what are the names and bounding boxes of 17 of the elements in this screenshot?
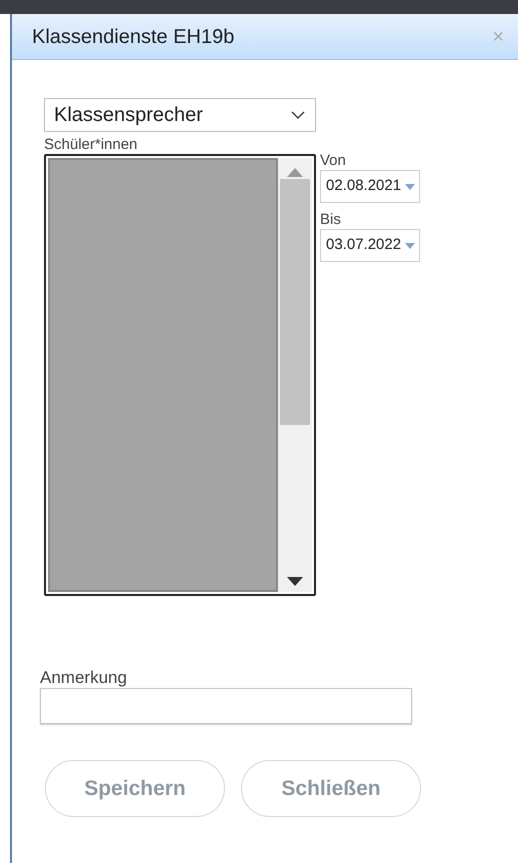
dropdown-arrow-icon[interactable] — [405, 242, 416, 248]
students-listbox[interactable] — [44, 154, 316, 596]
dropdown-arrow-icon[interactable] — [405, 184, 416, 190]
from-date-field[interactable]: 02.08.2021 — [320, 170, 420, 203]
note-label: Anmerkung — [40, 668, 128, 688]
students-label: Schüler*innen — [44, 136, 138, 154]
scroll-down-icon[interactable] — [287, 577, 303, 586]
note-field[interactable] — [40, 688, 412, 724]
to-label: Bis — [320, 211, 342, 229]
dialog-title: Klassendienste EH19b — [32, 24, 234, 50]
from-label: Von — [320, 152, 347, 170]
scrollbar[interactable] — [278, 158, 312, 592]
to-date-field[interactable]: 03.07.2022 — [320, 229, 420, 262]
scroll-up-icon[interactable] — [287, 168, 303, 177]
chevron-down-icon — [291, 110, 305, 120]
scrollbar-thumb[interactable] — [280, 179, 310, 425]
service-dropdown[interactable]: Klassensprecher — [44, 98, 316, 132]
